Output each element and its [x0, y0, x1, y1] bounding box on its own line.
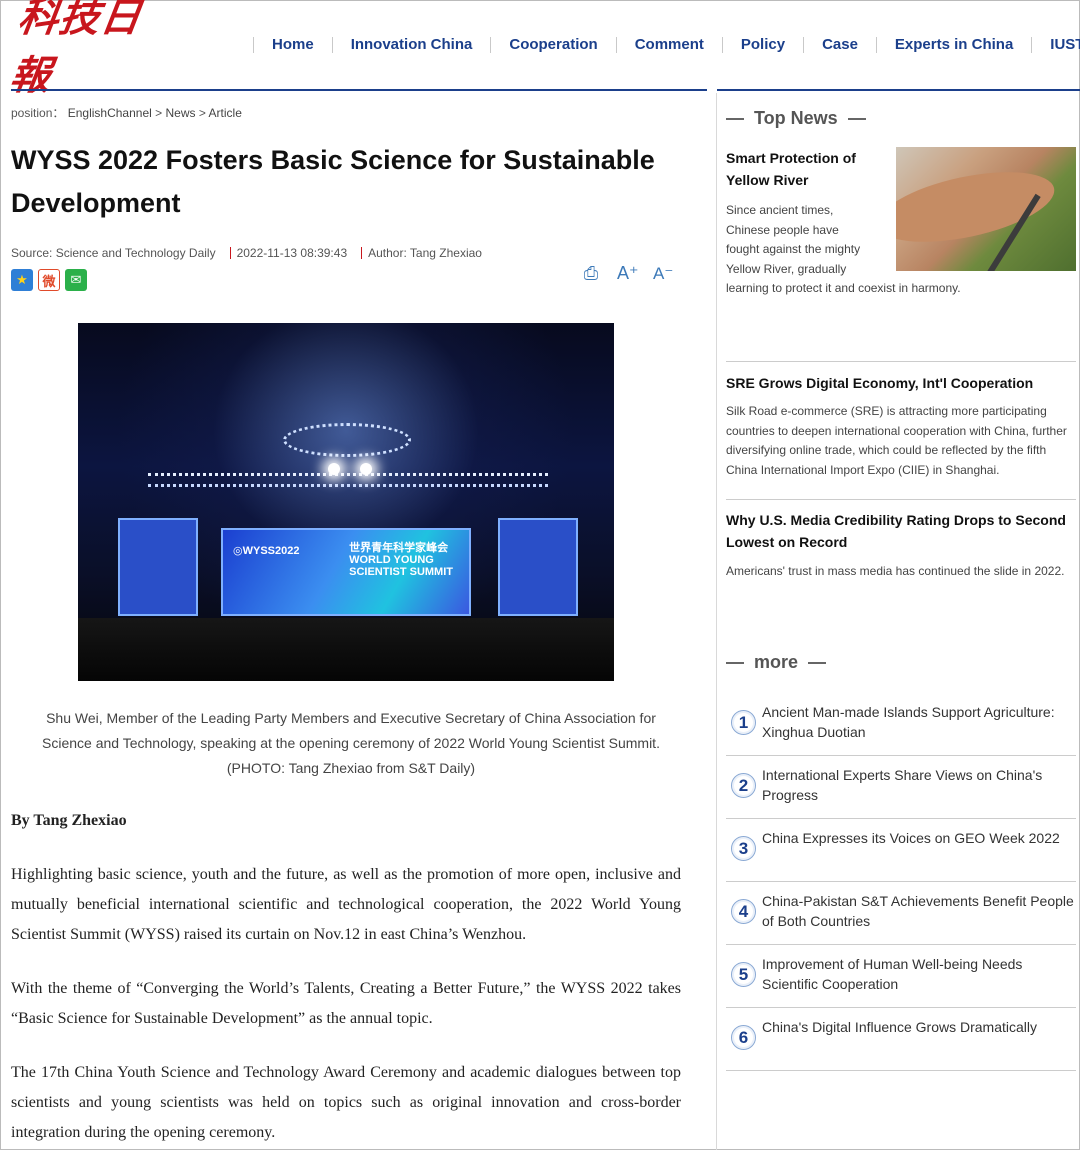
photo-side-screen — [118, 518, 198, 616]
number-badge-icon: 5 — [731, 962, 756, 987]
share-weibo-icon[interactable]: 微 — [38, 269, 60, 291]
nav-iustc[interactable]: IUSTC — [1031, 37, 1080, 53]
photo-light-rig — [148, 473, 548, 487]
nav-innovation-china[interactable]: Innovation China — [331, 37, 491, 53]
breadcrumb-englishchannel[interactable]: EnglishChannel — [68, 106, 152, 120]
font-increase-icon[interactable]: A⁺ — [617, 263, 639, 284]
main-nav: Home Innovation China Cooperation Commen… — [253, 31, 1080, 59]
share-qzone-icon[interactable]: ★ — [11, 269, 33, 291]
number-badge-icon: 3 — [731, 836, 756, 861]
font-decrease-icon[interactable]: A⁻ — [653, 264, 673, 284]
site-header: 科技日報 Home Innovation China Cooperation C… — [1, 0, 1080, 99]
column-divider — [716, 93, 717, 1150]
breadcrumb-article[interactable]: Article — [209, 106, 242, 120]
article-paragraph: The 17th China Youth Science and Technol… — [11, 1064, 681, 1141]
article-title: WYSS 2022 Fosters Basic Science for Sust… — [11, 145, 655, 218]
top-news-desc-2: Silk Road e-commerce (SRE) is attracting… — [726, 404, 1067, 477]
print-icon[interactable]: ⎙ — [581, 263, 601, 284]
nav-comment[interactable]: Comment — [615, 37, 722, 53]
top-news-desc-1: Since ancient times, Chinese people have… — [726, 203, 961, 295]
article-tools: ⎙ A⁺ A⁻ — [581, 263, 674, 284]
meta-separator — [229, 247, 231, 259]
share-wechat-icon[interactable]: ✉ — [65, 269, 87, 291]
photo-side-screen — [498, 518, 578, 616]
top-news-heading: Top News — [726, 108, 866, 129]
article-meta: Source: Science and Technology Daily 202… — [11, 246, 482, 260]
header-divider — [11, 89, 707, 91]
more-item[interactable]: 5 Improvement of Human Well-being Needs … — [726, 946, 1076, 1008]
top-news-title-2[interactable]: SRE Grows Digital Economy, Int'l Coopera… — [726, 372, 1076, 394]
more-item[interactable]: 2 International Experts Share Views on C… — [726, 757, 1076, 819]
share-bar: ★ 微 ✉ — [11, 269, 87, 291]
top-news-desc-3: Americans' trust in mass media has conti… — [726, 564, 1065, 578]
photo-main-screen: ◎WYSS2022 世界青年科学家峰会 WORLD YOUNG SCIENTIS… — [221, 528, 471, 616]
nav-home[interactable]: Home — [253, 37, 332, 53]
breadcrumb-news[interactable]: News — [165, 106, 195, 120]
photo-spotlight — [360, 463, 372, 475]
article-paragraph: With the theme of “Converging the World’… — [11, 980, 681, 1027]
divider — [726, 499, 1076, 500]
photo-audience — [78, 618, 614, 681]
nav-policy[interactable]: Policy — [721, 37, 803, 53]
more-heading: more — [726, 652, 827, 673]
nav-experts-in-china[interactable]: Experts in China — [875, 37, 1031, 53]
article-byline: By Tang Zhexiao — [11, 812, 127, 829]
photo-light-ring — [283, 423, 411, 457]
nav-cooperation[interactable]: Cooperation — [490, 37, 615, 53]
number-badge-icon: 2 — [731, 773, 756, 798]
meta-separator — [361, 247, 363, 259]
article-datetime: 2022-11-13 08:39:43 — [236, 246, 348, 260]
photo-spotlight — [328, 463, 340, 475]
more-item[interactable]: 4 China-Pakistan S&T Achievements Benefi… — [726, 883, 1076, 945]
more-item[interactable]: 1 Ancient Man-made Islands Support Agric… — [726, 694, 1076, 756]
breadcrumb: position： EnglishChannel > News > Articl… — [11, 106, 242, 120]
number-badge-icon: 1 — [731, 710, 756, 735]
number-badge-icon: 4 — [731, 899, 756, 924]
header-divider — [717, 89, 1080, 91]
nav-case[interactable]: Case — [803, 37, 876, 53]
article-paragraph: Highlighting basic science, youth and th… — [11, 866, 681, 943]
article-source: Source: Science and Technology Daily — [11, 246, 216, 260]
article-photo: ◎WYSS2022 世界青年科学家峰会 WORLD YOUNG SCIENTIS… — [78, 323, 614, 681]
top-news-title-3[interactable]: Why U.S. Media Credibility Rating Drops … — [726, 509, 1076, 553]
photo-caption: Shu Wei, Member of the Leading Party Mem… — [42, 710, 660, 776]
article-author: Author: Tang Zhexiao — [368, 246, 482, 260]
divider — [726, 361, 1076, 362]
site-logo[interactable]: 科技日報 — [7, 0, 145, 99]
more-item[interactable]: 6 China's Digital Influence Grows Dramat… — [726, 1009, 1076, 1071]
top-news-title-1[interactable]: Smart Protection of Yellow River — [726, 147, 876, 191]
more-item[interactable]: 3 China Expresses its Voices on GEO Week… — [726, 820, 1076, 882]
number-badge-icon: 6 — [731, 1025, 756, 1050]
